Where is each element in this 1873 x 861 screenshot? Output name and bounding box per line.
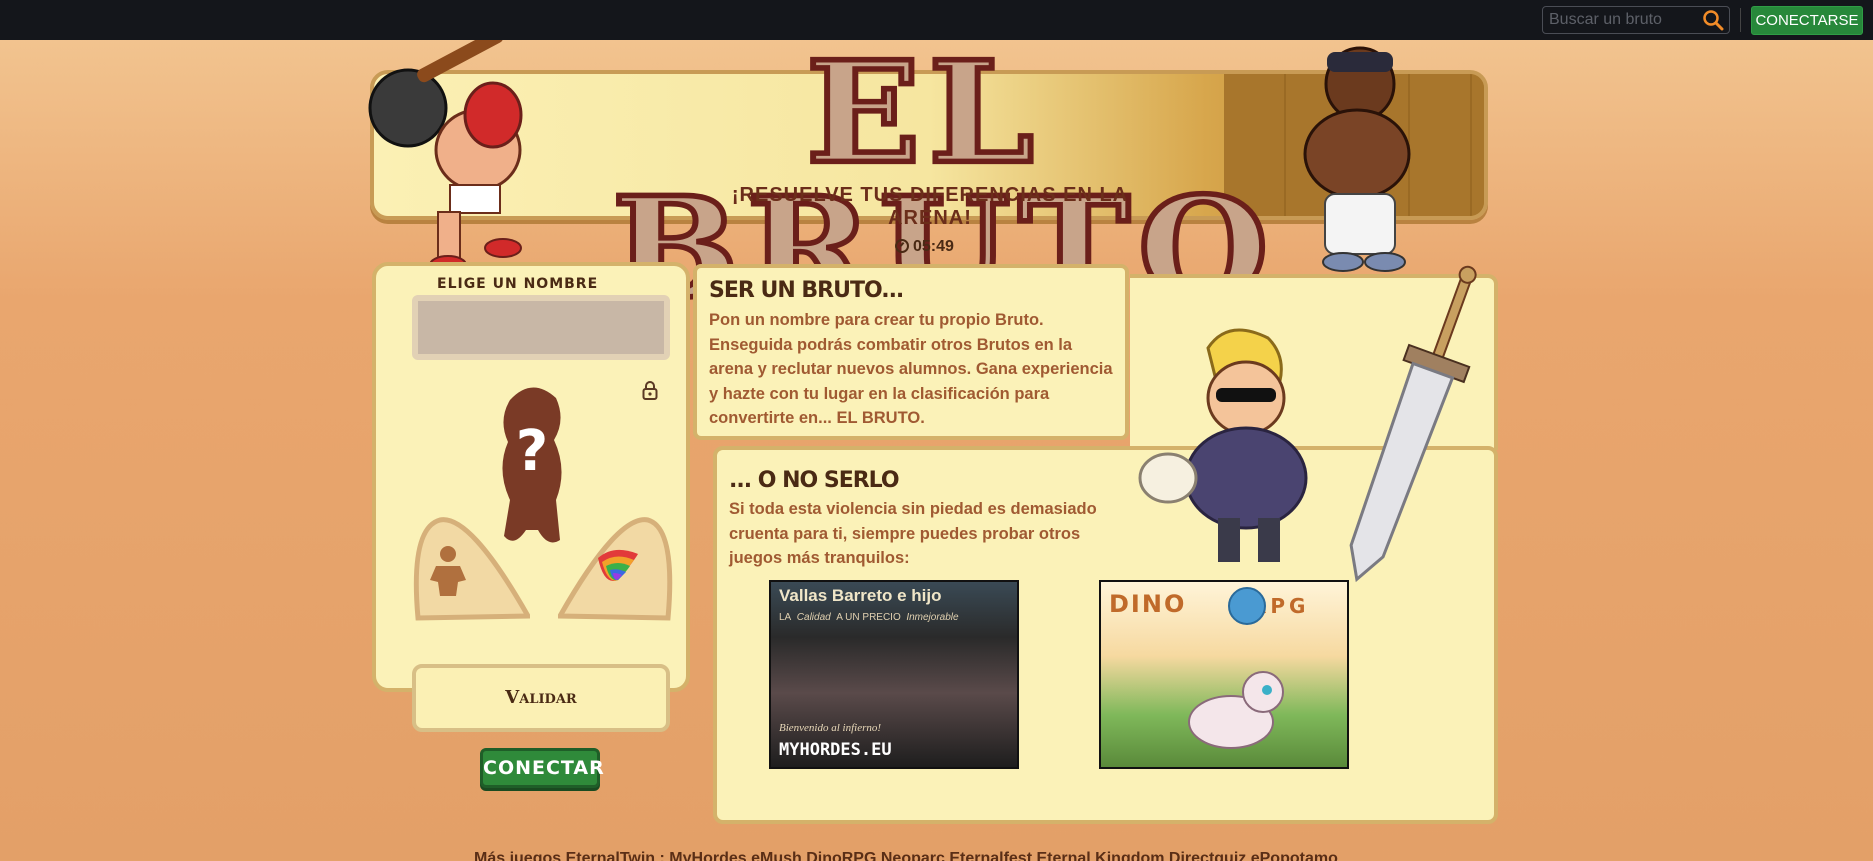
bruiser-illustration <box>1303 46 1411 272</box>
game-tags: LA Calidad A UN PRECIO Inmejorable <box>779 612 959 623</box>
or-not-text: Si toda esta violencia sin piedad es dem… <box>729 500 1097 567</box>
validate-button[interactable]: Validar <box>412 664 670 732</box>
divider <box>1740 8 1741 32</box>
or-not-heading: ... O NO SERLO <box>729 468 900 493</box>
connect-top-button[interactable]: CONECTARSE <box>1751 6 1863 35</box>
game-name: MYHORDES.EU <box>779 740 892 760</box>
connect-button[interactable]: CONECTAR <box>480 748 604 788</box>
banner-subtitle: ¡RESUELVE TUS DIFERENCIAS EN LA ARENA! <box>731 184 1129 229</box>
be-a-brute-text: Pon un nombre para crear tu propio Bruto… <box>709 311 1113 427</box>
globe-icon <box>1228 587 1266 625</box>
clock: 05:49 <box>895 238 954 258</box>
game-title: DINO <box>1109 590 1187 618</box>
brute-hero-illustration <box>1138 328 1308 562</box>
luchador-illustration <box>368 40 523 275</box>
color-selector[interactable] <box>558 508 673 623</box>
name-input[interactable] <box>412 295 670 360</box>
game-tagline: Bienvenido al infierno! <box>779 722 882 734</box>
search-icon[interactable] <box>1702 9 1724 31</box>
dino-creature-image <box>1188 671 1284 749</box>
logo-text: EL BRUTO <box>609 31 1277 331</box>
clock-time: 05:49 <box>913 238 954 255</box>
dinorpg-game-link[interactable]: DINO RPG <box>1099 580 1349 769</box>
footer-games-links[interactable]: Más juegos EternalTwin : MyHordes eMush … <box>474 850 1338 861</box>
svg-text:?: ? <box>516 419 548 484</box>
sword-illustration <box>1349 265 1477 583</box>
lock-icon[interactable] <box>642 380 658 400</box>
clock-icon <box>895 239 909 253</box>
myhordes-game-link[interactable]: Vallas Barreto e hijo LA Calidad A UN PR… <box>769 580 1019 769</box>
logo: EL BRUTO <box>609 31 1277 331</box>
be-a-brute-heading: SER UN BRUTO... <box>709 278 904 303</box>
game-title: Vallas Barreto e hijo <box>779 586 942 605</box>
name-label: ELIGE UN NOMBRE <box>437 276 599 292</box>
body-type-selector[interactable] <box>410 508 530 623</box>
